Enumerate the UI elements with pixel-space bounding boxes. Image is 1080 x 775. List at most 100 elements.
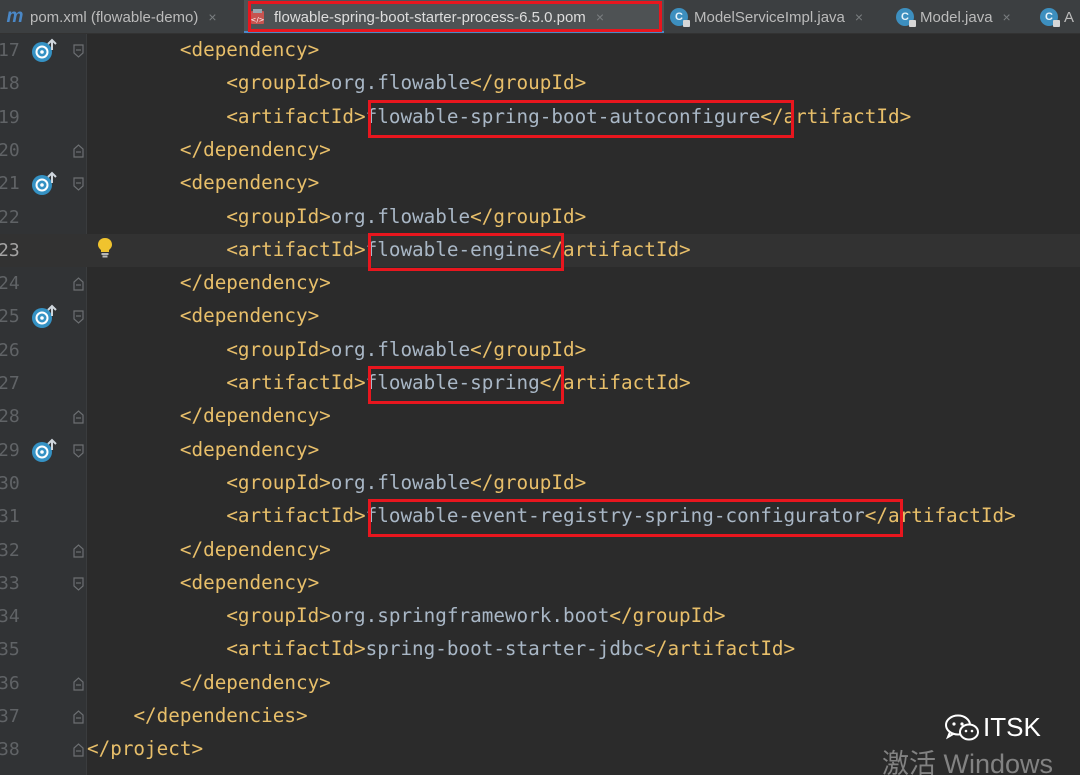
code-line[interactable]: 23 <artifactId>flowable-engine</artifact… [0,233,1080,268]
code-text[interactable]: <groupId>org.flowable</groupId> [87,72,586,94]
line-number: 24 [0,273,20,295]
code-text[interactable]: </project> [87,738,203,760]
java-class-icon: C [896,8,916,27]
xml-open-tag: <dependency> [179,38,320,61]
fold-end-icon[interactable] [73,709,84,724]
xml-close-tag: </artifactId> [760,104,912,128]
code-line[interactable]: 26 <groupId>org.flowable</groupId> [0,334,1080,367]
fold-open-icon[interactable] [73,443,84,458]
close-tab-icon[interactable]: × [208,9,216,25]
tab-1[interactable]: m pom.xml (flowable-demo) × [0,0,244,33]
xml-open-tag: </dependency> [179,404,331,428]
code-line[interactable]: 19 <artifactId>flowable-spring-boot-auto… [0,101,1080,134]
fold-end-icon[interactable] [73,409,84,424]
fold-open-icon[interactable] [73,576,84,591]
tab-4[interactable]: C Model.java × [890,0,1034,33]
code-text[interactable]: </dependency> [87,405,331,427]
line-number: 23 [0,239,20,261]
code-text[interactable]: <artifactId>flowable-event-registry-spri… [87,504,1015,527]
code-text[interactable]: </dependency> [87,137,331,161]
code-line[interactable]: 31 <artifactId>flowable-event-registry-s… [0,500,1080,533]
xml-close-tag: </artifactId> [539,371,691,394]
line-number: 38 [0,739,20,761]
code-text[interactable]: </dependency> [87,671,331,694]
code-line[interactable]: 28 </dependency> [0,400,1080,433]
overrides-gutter-icon[interactable] [30,438,58,464]
code-line[interactable]: 36 </dependency> [0,667,1080,700]
fold-open-icon[interactable] [73,309,84,325]
xml-open-tag: <groupId> [226,71,331,95]
xml-text-value: org.flowable [330,337,471,361]
code-editor[interactable]: 17 <dependency> 18 <groupId>org.flowable<… [0,34,1080,775]
xml-close-tag: </groupId> [470,337,587,361]
code-line[interactable]: 27 <artifactId>flowable-spring</artifact… [0,367,1080,400]
fold-end-icon[interactable] [73,543,84,558]
xml-close-tag: </groupId> [470,470,587,494]
close-tab-icon[interactable]: × [855,9,863,25]
code-line[interactable]: 29 <dependency> [0,434,1080,467]
code-text[interactable]: <dependency> [87,305,319,327]
line-number: 36 [0,672,20,694]
code-line[interactable]: 25 <dependency> [0,300,1080,333]
close-tab-icon[interactable]: × [1003,9,1011,25]
code-text[interactable]: <dependency> [87,172,319,194]
wechat-icon [945,714,979,740]
code-line[interactable]: 34 <groupId>org.springframework.boot</gr… [0,600,1080,633]
xml-open-tag: <artifactId> [226,237,366,261]
close-tab-icon[interactable]: × [596,9,604,25]
code-line[interactable]: 20 </dependency> [0,134,1080,167]
code-line[interactable]: 17 <dependency> [0,34,1080,67]
xml-open-tag: </dependency> [179,137,331,161]
code-text[interactable]: <artifactId>flowable-spring</artifactId> [87,371,691,394]
code-text[interactable]: <dependency> [87,571,319,594]
code-line[interactable]: 18 <groupId>org.flowable</groupId> [0,67,1080,100]
code-line[interactable]: 22 <groupId>org.flowable</groupId> [0,201,1080,234]
code-line[interactable]: 33 <dependency> [0,567,1080,600]
tab-5[interactable]: CA [1034,0,1080,33]
code-text[interactable]: </dependencies> [87,704,308,727]
code-text[interactable]: <groupId>org.flowable</groupId> [87,470,587,494]
code-text[interactable]: <dependency> [87,438,319,461]
fold-end-icon[interactable] [73,276,84,291]
code-line[interactable]: 37 </dependencies> [0,700,1080,733]
code-line[interactable]: 32 </dependency> [0,534,1080,567]
code-text[interactable]: <groupId>org.springframework.boot</group… [87,604,726,628]
line-number: 34 [0,606,20,628]
xml-open-tag: </dependencies> [133,704,308,727]
code-text[interactable]: <artifactId>spring-boot-starter-jdbc</ar… [87,638,795,660]
code-text[interactable]: <artifactId>flowable-engine</artifactId> [87,237,690,261]
fold-end-icon[interactable] [73,742,84,757]
code-text[interactable]: </dependency> [87,272,331,294]
tab-2[interactable]: </> flowable-spring-boot-starter-process-… [244,0,664,33]
fold-end-icon[interactable] [73,143,84,158]
xml-close-tag: </groupId> [609,604,726,628]
overrides-gutter-icon[interactable] [30,304,58,330]
code-text[interactable]: <dependency> [87,39,319,61]
code-text[interactable]: <groupId>org.flowable</groupId> [87,337,587,361]
code-text[interactable]: </dependency> [87,538,331,561]
code-text[interactable]: <groupId>org.flowable</groupId> [87,205,586,228]
overrides-gutter-icon[interactable] [30,38,58,64]
code-line[interactable]: 24 </dependency> [0,267,1080,300]
fold-open-icon[interactable] [73,43,84,58]
fold-end-icon[interactable] [73,676,84,691]
line-number: 35 [0,639,20,661]
tab-3[interactable]: C ModelServiceImpl.java × [664,0,890,33]
fold-open-icon[interactable] [73,176,84,191]
xml-close-tag: </artifactId> [644,637,796,661]
code-line[interactable]: 30 <groupId>org.flowable</groupId> [0,467,1080,500]
line-number: 25 [0,306,20,328]
code-line[interactable]: 35 <artifactId>spring-boot-starter-jdbc<… [0,633,1080,666]
code-line[interactable]: 21 <dependency> [0,167,1080,200]
xml-open-tag: <dependency> [179,304,320,328]
xml-text-value: org.flowable [330,71,471,95]
code-text[interactable]: <artifactId>flowable-spring-boot-autocon… [87,104,912,128]
tab-label: A [1064,8,1075,26]
overrides-gutter-icon[interactable] [30,171,58,197]
xml-open-tag: <artifactId> [226,371,366,394]
